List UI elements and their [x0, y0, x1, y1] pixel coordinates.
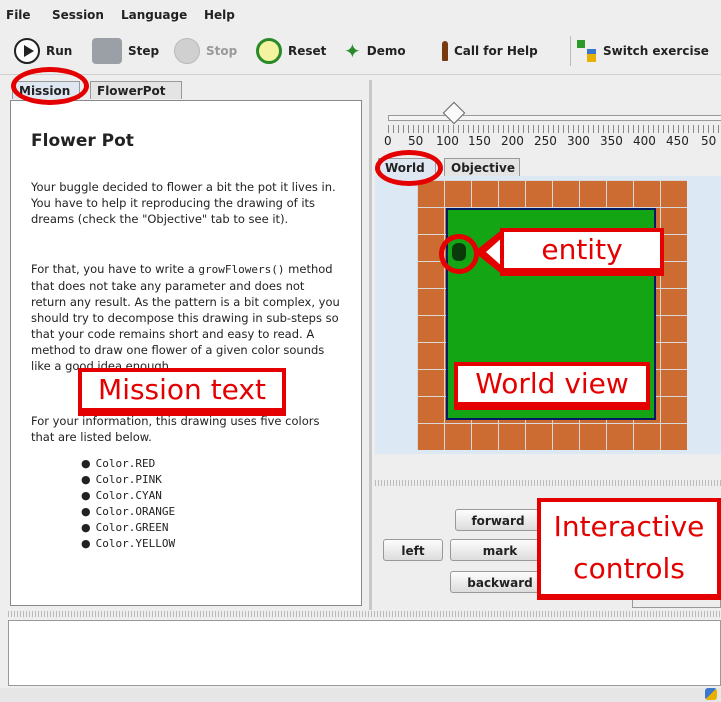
demo-icon: ✦ — [344, 39, 361, 63]
split-divider[interactable] — [369, 80, 372, 610]
speed-slider-track[interactable] — [388, 115, 721, 121]
annotation-ring-world-tab — [375, 150, 443, 186]
color-list: Color.RED Color.PINK Color.CYAN Color.OR… — [81, 456, 175, 552]
console-output[interactable] — [8, 620, 721, 686]
toolbar: Run Step Stop Reset ✦ Demo Call for Help… — [0, 30, 721, 75]
list-item: Color.GREEN — [81, 520, 175, 536]
tick-label: 350 — [600, 134, 623, 148]
annotation-mission-text-label: Mission text — [82, 372, 282, 408]
annotation-world-view-label: World view — [458, 366, 646, 402]
run-button[interactable]: Run — [14, 36, 72, 66]
demo-button[interactable]: ✦ Demo — [344, 36, 406, 66]
annotation-interactive-controls: Interactive controls — [537, 498, 721, 600]
list-item: Color.CYAN — [81, 488, 175, 504]
python-icon — [705, 688, 717, 700]
mission-paragraph-2-rest: method that does not take any parameter … — [31, 262, 340, 373]
split-divider-horizontal[interactable] — [375, 480, 721, 486]
stop-icon — [174, 38, 200, 64]
tick-label: 50 — [701, 134, 717, 148]
tick-label: 400 — [633, 134, 656, 148]
left-button[interactable]: left — [383, 539, 443, 561]
switch-exercise-label: Switch exercise — [603, 44, 709, 58]
tick-label: 300 — [567, 134, 590, 148]
annotation-entity: entity — [500, 228, 664, 276]
annotation-ring-mission-tab — [11, 67, 89, 105]
tick-label: 200 — [501, 134, 524, 148]
help-label: Call for Help — [454, 44, 538, 58]
demo-label: Demo — [366, 44, 406, 58]
play-icon — [14, 38, 40, 64]
mission-paragraph-2-text: For that, you have to write a — [31, 262, 199, 276]
menu-file[interactable]: File — [6, 8, 31, 22]
stop-button[interactable]: Stop — [174, 36, 237, 66]
list-item: Color.ORANGE — [81, 504, 175, 520]
reset-icon — [256, 38, 282, 64]
tab-flowerpot[interactable]: FlowerPot — [90, 81, 182, 99]
split-divider-bottom[interactable] — [8, 611, 721, 617]
list-item: Color.PINK — [81, 472, 175, 488]
tick-label: 0 — [384, 134, 392, 148]
annotation-mission-text: Mission text — [78, 368, 286, 416]
mission-paragraph-2: For that, you have to write a growFlower… — [31, 261, 341, 374]
reset-button[interactable]: Reset — [256, 36, 326, 66]
menu-bar: File Session Language Help — [0, 0, 721, 30]
list-item: Color.YELLOW — [81, 536, 175, 552]
tab-objective[interactable]: Objective — [444, 158, 520, 176]
switch-exercise-button[interactable]: Switch exercise — [570, 36, 709, 66]
reset-label: Reset — [288, 44, 327, 58]
tick-label: 50 — [408, 134, 424, 148]
tick-label: 450 — [666, 134, 689, 148]
annotation-entity-text: entity — [504, 232, 660, 268]
speed-slider-ticks — [388, 125, 721, 133]
mission-title: Flower Pot — [31, 131, 134, 151]
stop-label: Stop — [206, 44, 238, 58]
tick-label: 150 — [468, 134, 491, 148]
menu-language[interactable]: Language — [121, 8, 187, 22]
mission-panel: Flower Pot Your buggle decided to flower… — [10, 100, 362, 606]
step-icon — [92, 38, 122, 64]
annotation-world-view: World view — [454, 362, 650, 410]
call-for-help-button[interactable]: Call for Help — [442, 36, 538, 66]
status-bar — [0, 688, 721, 702]
menu-session[interactable]: Session — [52, 8, 104, 22]
step-button[interactable]: Step — [92, 36, 159, 66]
menu-help[interactable]: Help — [204, 8, 235, 22]
tick-label: 250 — [534, 134, 557, 148]
list-item: Color.RED — [81, 456, 175, 472]
run-label: Run — [46, 44, 73, 58]
mission-paragraph-1: Your buggle decided to flower a bit the … — [31, 180, 336, 226]
mark-button[interactable]: mark — [450, 539, 550, 561]
method-name: growFlowers() — [198, 263, 285, 276]
step-label: Step — [128, 44, 160, 58]
switch-exercise-icon — [577, 40, 597, 62]
backward-button[interactable]: backward — [450, 571, 550, 593]
help-icon — [442, 41, 448, 61]
forward-button[interactable]: forward — [455, 509, 541, 531]
annotation-ring-entity — [439, 234, 479, 274]
tick-label: 100 — [436, 134, 459, 148]
mission-paragraph-3: For your information, this drawing uses … — [31, 414, 320, 444]
annotation-interactive-controls-label: Interactive controls — [541, 502, 717, 594]
